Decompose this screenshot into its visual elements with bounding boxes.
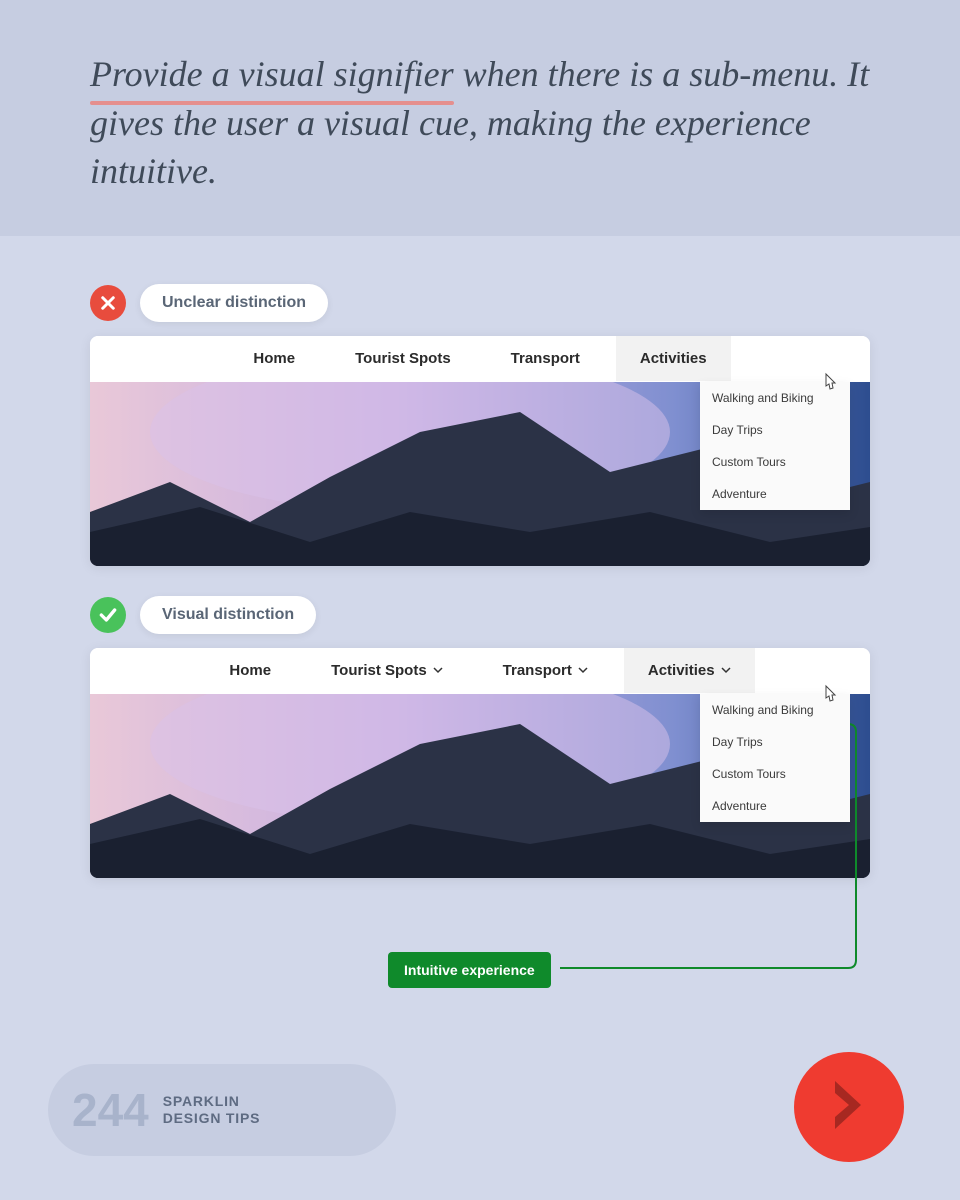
- tip-number: 244: [72, 1083, 149, 1137]
- chevron-right-icon: [831, 1079, 867, 1136]
- good-mockup: Home Tourist Spots Transport Activities …: [90, 648, 870, 878]
- footer-pill: 244 SPARKLIN DESIGN TIPS: [48, 1064, 396, 1156]
- nav-item-tourist-spots[interactable]: Tourist Spots: [331, 336, 475, 381]
- dropdown-item[interactable]: Day Trips: [700, 726, 850, 758]
- bad-label-pill: Unclear distinction: [140, 284, 328, 322]
- dropdown-item[interactable]: Adventure: [700, 790, 850, 822]
- chevron-down-icon: [721, 665, 731, 675]
- dropdown-item[interactable]: Day Trips: [700, 414, 850, 446]
- check-icon: [90, 597, 126, 633]
- nav-item-home[interactable]: Home: [205, 648, 295, 693]
- dropdown-item[interactable]: Custom Tours: [700, 758, 850, 790]
- good-label-row: Visual distinction: [90, 596, 870, 634]
- chevron-down-icon: [578, 665, 588, 675]
- bad-mockup: Home Tourist Spots Transport Activities …: [90, 336, 870, 566]
- good-navbar: Home Tourist Spots Transport Activities: [90, 648, 870, 693]
- tip-series-label: SPARKLIN DESIGN TIPS: [163, 1093, 260, 1127]
- nav-item-activities[interactable]: Activities: [624, 648, 755, 693]
- nav-item-transport[interactable]: Transport: [487, 336, 604, 381]
- nav-item-tourist-spots[interactable]: Tourist Spots: [307, 648, 467, 693]
- headline-emphasis: Provide a visual signifier: [90, 50, 454, 99]
- dropdown-item[interactable]: Custom Tours: [700, 446, 850, 478]
- next-button[interactable]: [794, 1052, 904, 1162]
- good-label-pill: Visual distinction: [140, 596, 316, 634]
- headline: Provide a visual signifier when there is…: [90, 50, 870, 196]
- dropdown-item[interactable]: Adventure: [700, 478, 850, 510]
- good-dropdown: Walking and Biking Day Trips Custom Tour…: [700, 694, 850, 822]
- header-band: Provide a visual signifier when there is…: [0, 0, 960, 236]
- bad-dropdown: Walking and Biking Day Trips Custom Tour…: [700, 382, 850, 510]
- nav-item-activities[interactable]: Activities: [616, 336, 731, 381]
- cross-icon: [90, 285, 126, 321]
- pointer-cursor-icon: [820, 684, 840, 708]
- chevron-down-icon: [433, 665, 443, 675]
- nav-item-home[interactable]: Home: [229, 336, 319, 381]
- bad-navbar: Home Tourist Spots Transport Activities: [90, 336, 870, 381]
- pointer-cursor-icon: [820, 372, 840, 396]
- callout-intuitive-experience: Intuitive experience: [388, 952, 551, 988]
- nav-item-transport[interactable]: Transport: [479, 648, 612, 693]
- bad-label-row: Unclear distinction: [90, 284, 870, 322]
